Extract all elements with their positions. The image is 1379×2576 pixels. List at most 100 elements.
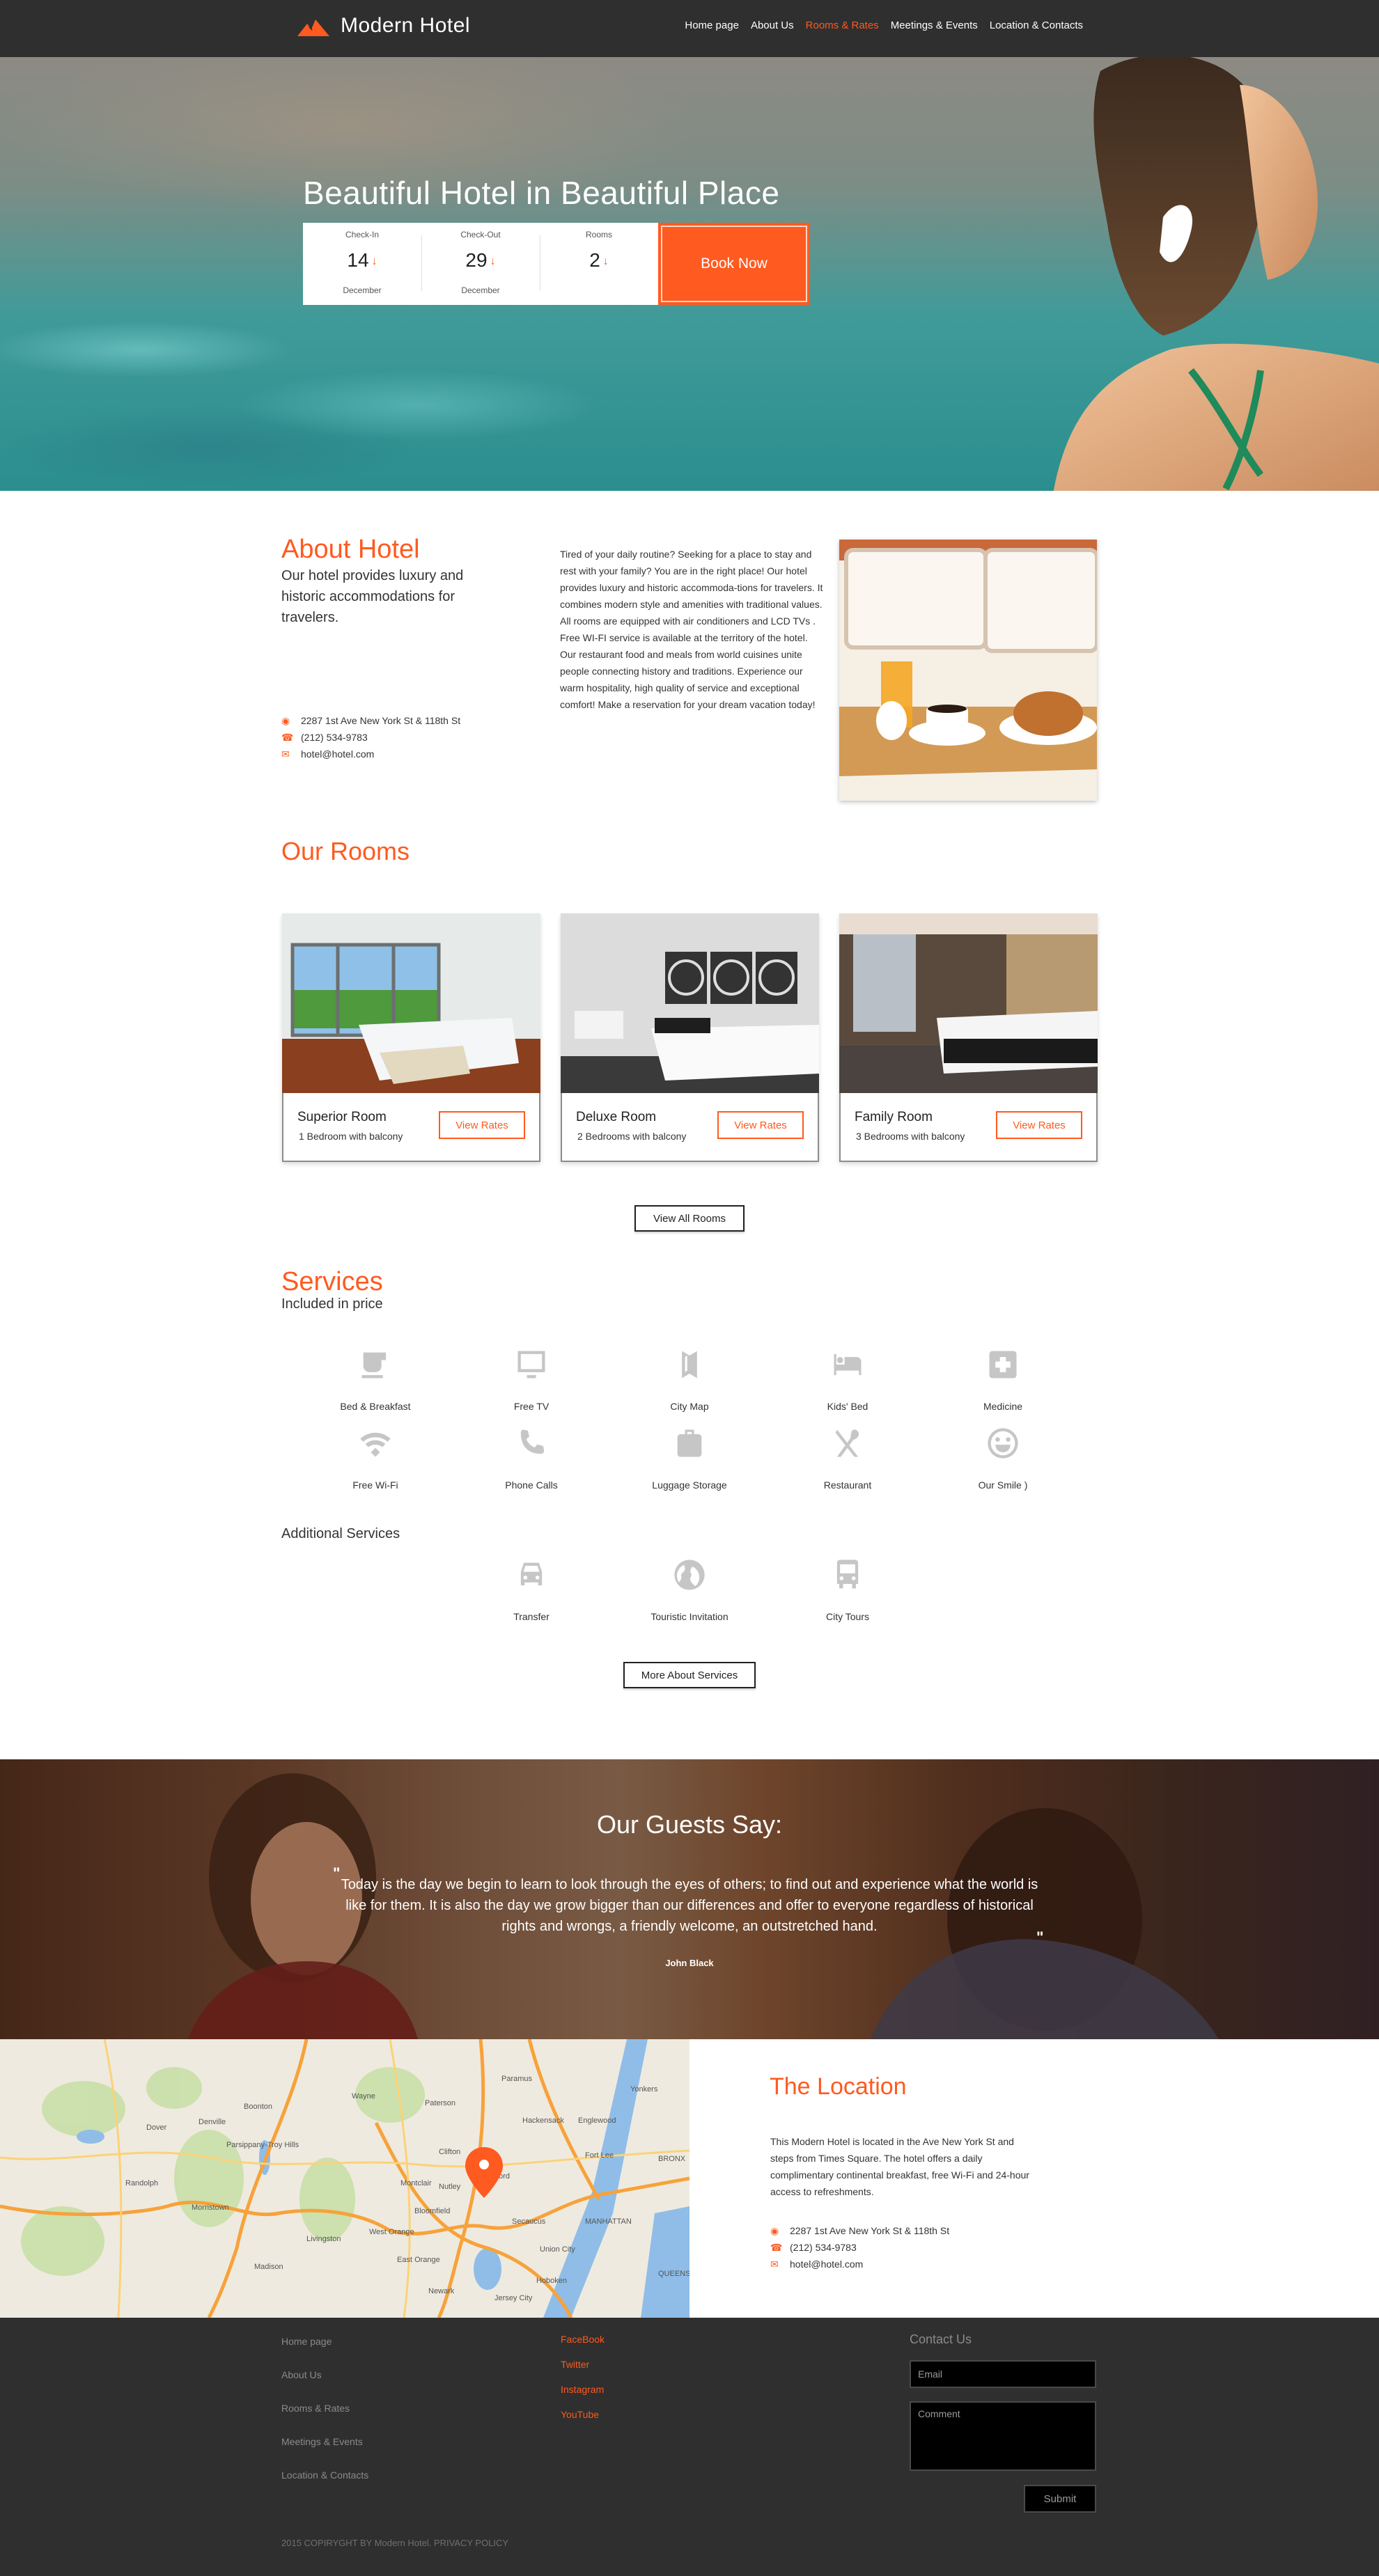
arrow-down-icon[interactable]: ↓ xyxy=(603,256,609,267)
service-transfer: Transfer xyxy=(476,1554,587,1622)
footer-link-meetings-events[interactable]: Meetings & Events xyxy=(281,2436,368,2469)
about-contacts: ◉ 2287 1st Ave New York St & 118th St ☎ (2… xyxy=(281,712,460,762)
facebook-link[interactable]: FaceBook xyxy=(561,2334,605,2359)
map-label: Hoboken xyxy=(536,2277,567,2285)
room-name: Deluxe Room xyxy=(576,1110,657,1124)
service-phone-calls: Phone Calls xyxy=(476,1422,587,1491)
footer-link-location-contacts[interactable]: Location & Contacts xyxy=(281,2469,368,2503)
about-lead: Our hotel provides luxury and historic a… xyxy=(281,568,464,625)
car-icon xyxy=(476,1554,587,1596)
twitter-link[interactable]: Twitter xyxy=(561,2359,605,2384)
view-rates-button[interactable]: View Rates xyxy=(996,1111,1082,1139)
service-label: City Tours xyxy=(826,1611,869,1622)
brand-name[interactable]: Modern Hotel xyxy=(341,14,470,38)
arrow-down-icon[interactable]: ↓ xyxy=(490,256,496,267)
nav-location-contacts[interactable]: Location & Contacts xyxy=(990,19,1083,31)
instagram-link[interactable]: Instagram xyxy=(561,2384,605,2409)
nav-about[interactable]: About Us xyxy=(751,19,794,31)
map-canvas[interactable]: Paterson Wayne Paramus Yonkers Hackensac… xyxy=(0,2039,690,2318)
rooms-title: Our Rooms xyxy=(281,837,410,865)
footer-link-rooms-rates[interactable]: Rooms & Rates xyxy=(281,2403,368,2436)
address-item: ◉ 2287 1st Ave New York St & 118th St xyxy=(770,2222,949,2239)
map-label: Nutley xyxy=(439,2183,461,2191)
phone-text[interactable]: (212) 534-9783 xyxy=(301,732,368,743)
room-card-deluxe[interactable]: Deluxe Room 2 Bedrooms with balcony View… xyxy=(561,913,819,1162)
book-now-button[interactable]: Book Now xyxy=(658,223,810,305)
map-label: Wayne xyxy=(352,2092,375,2100)
room-desc: 1 Bedroom with balcony xyxy=(299,1131,403,1142)
medical-cross-icon xyxy=(947,1344,1059,1385)
family-room-image xyxy=(839,913,1098,1093)
checkin-label: Check-In xyxy=(345,230,380,239)
hero-title: Beautiful Hotel in Beautiful Place xyxy=(303,175,780,211)
map-label: Paterson xyxy=(425,2099,455,2107)
phone-item[interactable]: ☎ (212) 534-9783 xyxy=(770,2239,949,2256)
service-free-wifi: Free Wi-Fi xyxy=(320,1422,431,1491)
copyright-text[interactable]: 2015 COPIRYGHT BY Modern Hotel. PRIVACY … xyxy=(281,2538,508,2548)
smile-icon xyxy=(947,1422,1059,1464)
phone-icon: ☎ xyxy=(281,731,294,743)
map-pin-icon: ◉ xyxy=(770,2224,779,2236)
room-card-superior[interactable]: Superior Room 1 Bedroom with balcony Vie… xyxy=(282,913,540,1162)
tv-icon xyxy=(476,1344,587,1385)
phone-item[interactable]: ☎ (212) 534-9783 xyxy=(281,729,460,746)
checkout-month: December xyxy=(461,285,500,295)
checkin-selector[interactable]: Check-In 14 ↓ December xyxy=(303,223,421,305)
comment-field[interactable] xyxy=(910,2401,1096,2471)
service-label: Luggage Storage xyxy=(652,1479,727,1491)
map-label: Secaucus xyxy=(512,2217,546,2226)
view-rates-button[interactable]: View Rates xyxy=(717,1111,804,1139)
service-kids-bed: Kids' Bed xyxy=(792,1344,903,1412)
footer-link-home[interactable]: Home page xyxy=(281,2336,368,2369)
deluxe-room-image xyxy=(561,913,819,1093)
footer-link-about[interactable]: About Us xyxy=(281,2369,368,2403)
bed-icon xyxy=(792,1344,903,1385)
checkout-day: 29 xyxy=(465,249,488,271)
more-about-services-button[interactable]: More About Services xyxy=(623,1662,756,1688)
testimonial-quote: Today is the day we begin to learn to lo… xyxy=(341,1877,1038,1934)
view-all-rooms-button[interactable]: View All Rooms xyxy=(634,1205,745,1232)
nav-meetings-events[interactable]: Meetings & Events xyxy=(891,19,978,31)
service-label: Free Wi-Fi xyxy=(352,1479,398,1491)
service-label: Kids' Bed xyxy=(827,1401,868,1412)
submit-button[interactable]: Submit xyxy=(1024,2485,1096,2513)
map-label: East Orange xyxy=(397,2256,440,2264)
contact-us-title: Contact Us xyxy=(910,2332,972,2346)
phone-icon xyxy=(476,1422,587,1464)
email-text[interactable]: hotel@hotel.com xyxy=(301,748,374,760)
view-rates-button[interactable]: View Rates xyxy=(439,1111,525,1139)
address-item: ◉ 2287 1st Ave New York St & 118th St xyxy=(281,712,460,729)
location-contacts: ◉ 2287 1st Ave New York St & 118th St ☎ (2… xyxy=(770,2222,949,2272)
email-field[interactable] xyxy=(910,2360,1096,2388)
service-label: Medicine xyxy=(983,1401,1023,1412)
phone-text[interactable]: (212) 534-9783 xyxy=(790,2242,857,2253)
map-label: MANHATTAN xyxy=(585,2217,632,2226)
room-name: Family Room xyxy=(855,1110,933,1124)
checkin-month: December xyxy=(343,285,382,295)
arrow-down-icon[interactable]: ↓ xyxy=(372,256,377,267)
service-city-tours: City Tours xyxy=(792,1554,903,1622)
service-label: Transfer xyxy=(513,1611,550,1622)
youtube-link[interactable]: YouTube xyxy=(561,2409,605,2434)
nav-rooms-rates[interactable]: Rooms & Rates xyxy=(806,19,879,31)
location-map[interactable]: Paterson Wayne Paramus Yonkers Hackensac… xyxy=(0,2039,690,2318)
rooms-selector[interactable]: Rooms 2 ↓ xyxy=(540,223,658,305)
nav-home[interactable]: Home page xyxy=(685,19,739,31)
testimonial-title: Our Guests Say: xyxy=(596,1810,783,1839)
room-desc: 3 Bedrooms with balcony xyxy=(856,1131,965,1142)
room-card-family[interactable]: Family Room 3 Bedrooms with balcony View… xyxy=(839,913,1098,1162)
map-label: Clifton xyxy=(439,2148,460,2156)
map-label: Denville xyxy=(198,2118,226,2126)
service-city-map: City Map xyxy=(634,1344,745,1412)
map-pin-icon: ◉ xyxy=(281,714,290,726)
checkout-selector[interactable]: Check-Out 29 ↓ December xyxy=(421,223,540,305)
email-item[interactable]: ✉ hotel@hotel.com xyxy=(281,746,460,762)
rooms-count: 2 xyxy=(589,249,600,271)
map-label: Yonkers xyxy=(630,2085,658,2094)
email-text[interactable]: hotel@hotel.com xyxy=(790,2259,863,2270)
map-label: Livingston xyxy=(306,2235,341,2243)
email-item[interactable]: ✉ hotel@hotel.com xyxy=(770,2256,949,2272)
logo-mountain-icon[interactable] xyxy=(297,18,329,36)
location-title: The Location xyxy=(770,2073,907,2100)
map-label: BRONX xyxy=(658,2155,686,2163)
